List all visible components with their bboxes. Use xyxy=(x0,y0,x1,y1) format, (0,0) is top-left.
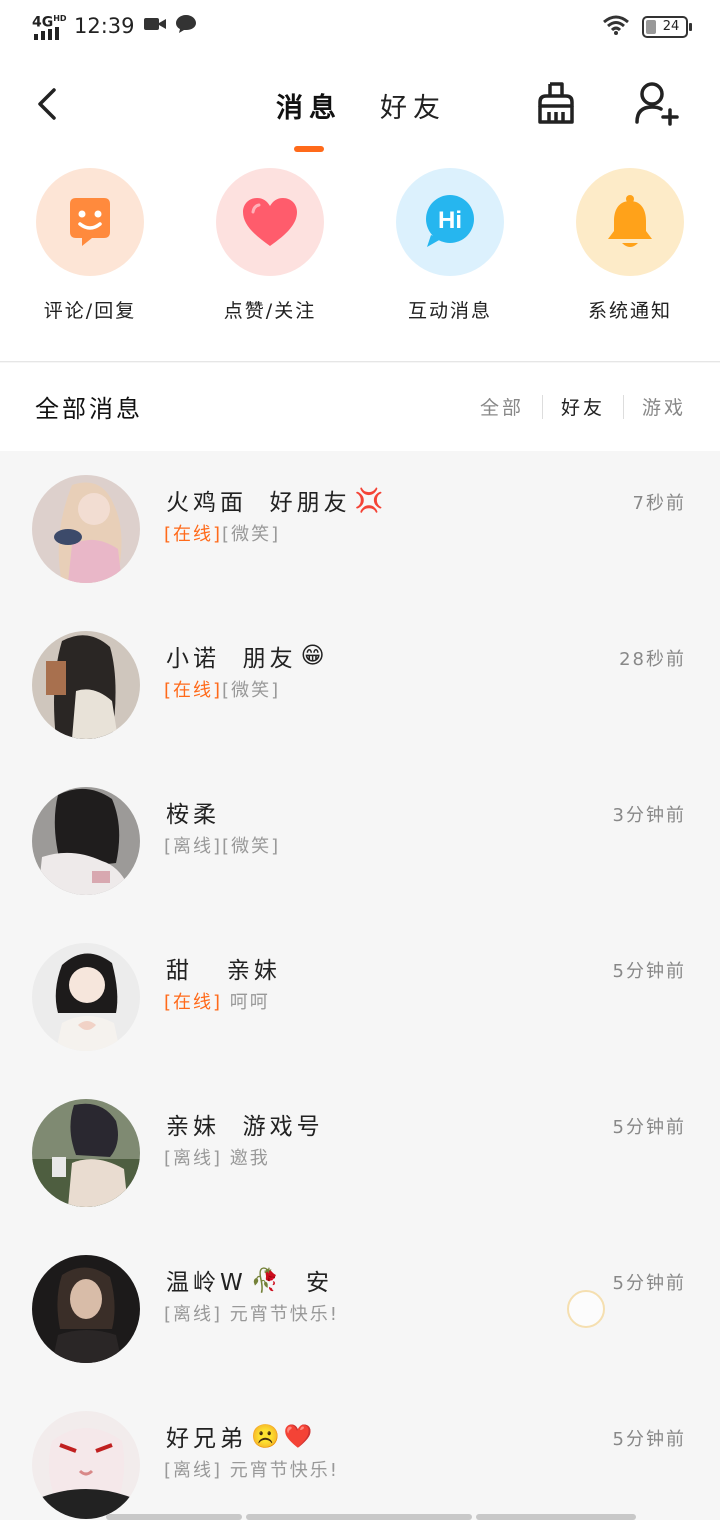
message-time: 3分钟前 xyxy=(612,805,686,826)
quick-actions: 评论/回复 点赞/关注 Hi 互动消息 系统通知 xyxy=(0,156,720,362)
avatar xyxy=(32,1099,140,1207)
tab-messages[interactable]: 消息 xyxy=(276,86,342,125)
offline-status: [离线] xyxy=(164,1148,223,1169)
emoji: 🥀 xyxy=(250,1267,284,1294)
top-tabs: 消息 好友 xyxy=(276,86,446,125)
filter-games[interactable]: 游戏 xyxy=(624,393,686,420)
contact-name: 小诺 朋友 😁 xyxy=(166,643,329,672)
back-arrow-icon xyxy=(38,88,56,120)
interaction-icon-bg: Hi xyxy=(396,168,504,276)
cellular-signal-icon: 4GHD xyxy=(32,12,67,40)
clean-brush-icon xyxy=(538,82,574,124)
like-follow-entry[interactable]: 点赞/关注 xyxy=(200,168,340,323)
message-list: 火鸡面 好朋友 💢 [在线][微笑] 7秒前 小诺 朋友 😁 [在线][微笑] 28… xyxy=(0,451,720,1520)
offline-status: [离线] xyxy=(164,836,223,857)
message-preview: [离线] 元宵节快乐! xyxy=(164,1304,339,1325)
contact-name: 桉柔 xyxy=(166,802,220,828)
message-time: 7秒前 xyxy=(632,493,686,514)
battery-icon: 24 xyxy=(642,16,692,38)
chat-bubble-icon xyxy=(175,13,197,40)
avatar xyxy=(32,475,140,583)
tab-friends[interactable]: 好友 xyxy=(380,86,446,125)
message-preview: [在线][微笑] xyxy=(164,680,281,701)
filter-options: 全部 好友 游戏 xyxy=(462,393,686,420)
avatar xyxy=(32,1411,140,1519)
message-row[interactable]: 亲妹 游戏号 [离线] 邀我 5分钟前 xyxy=(0,1075,720,1231)
clean-messages-button[interactable] xyxy=(532,80,580,128)
svg-text:Hi: Hi xyxy=(438,207,462,234)
avatar xyxy=(32,787,140,895)
message-row[interactable]: 桉柔 [离线][微笑] 3分钟前 xyxy=(0,763,720,919)
nav-bar: 消息 好友 xyxy=(0,56,720,156)
online-status: [在线] xyxy=(164,524,223,545)
filter-all[interactable]: 全部 xyxy=(462,393,542,420)
message-time: 5分钟前 xyxy=(612,1429,686,1450)
like-follow-label: 点赞/关注 xyxy=(223,300,317,322)
wifi-icon xyxy=(602,14,630,40)
add-friend-button[interactable] xyxy=(634,80,680,128)
hi-bubble-icon: Hi xyxy=(426,195,474,247)
contact-name: 甜 亲妹 xyxy=(166,958,281,984)
contact-name: 亲妹 游戏号 xyxy=(166,1114,324,1140)
message-row[interactable]: 好兄弟 ☹️❤️ [离线] 元宵节快乐! 5分钟前 xyxy=(0,1387,720,1520)
message-preview: [离线] 邀我 xyxy=(164,1148,270,1169)
comment-reply-entry[interactable]: 评论/回复 xyxy=(20,168,160,323)
floating-touch-button[interactable] xyxy=(567,1290,605,1328)
message-time: 5分钟前 xyxy=(612,961,686,982)
message-preview: [在线] 呵呵 xyxy=(164,992,270,1013)
emoji: 😁 xyxy=(300,643,329,669)
heart-icon xyxy=(243,198,297,246)
emoji: 💢 xyxy=(354,487,388,514)
avatar xyxy=(32,943,140,1051)
interaction-entry[interactable]: Hi 互动消息 xyxy=(380,168,520,323)
message-row[interactable]: 温岭W 🥀 安 [离线] 元宵节快乐! 5分钟前 xyxy=(0,1231,720,1387)
message-row[interactable]: 火鸡面 好朋友 💢 [在线][微笑] 7秒前 xyxy=(0,451,720,607)
message-time: 28秒前 xyxy=(619,649,686,670)
comment-reply-icon-bg xyxy=(36,168,144,276)
message-preview: [在线][微笑] xyxy=(164,524,281,545)
online-status: [在线] xyxy=(164,992,223,1013)
message-time: 5分钟前 xyxy=(612,1273,686,1294)
all-messages-title: 全部消息 xyxy=(35,395,143,423)
bottom-scroll-indicator xyxy=(106,1514,636,1520)
avatar xyxy=(32,1255,140,1363)
system-notice-label: 系统通知 xyxy=(587,300,672,322)
offline-status: [离线] xyxy=(164,1304,223,1325)
comment-reply-label: 评论/回复 xyxy=(43,300,137,322)
add-friend-icon xyxy=(635,82,679,126)
message-time: 5分钟前 xyxy=(612,1117,686,1138)
video-camera-icon xyxy=(143,14,167,38)
message-row[interactable]: 小诺 朋友 😁 [在线][微笑] 28秒前 xyxy=(0,607,720,763)
contact-name: 火鸡面 好朋友 💢 xyxy=(166,487,388,517)
status-bar: 4GHD 12:39 24 xyxy=(0,0,720,56)
avatar xyxy=(32,631,140,739)
bell-icon xyxy=(608,195,652,247)
clock: 12:39 xyxy=(74,14,135,38)
like-follow-icon-bg xyxy=(216,168,324,276)
message-filter-bar: 全部消息 全部 好友 游戏 xyxy=(0,363,720,451)
back-button[interactable] xyxy=(30,84,70,124)
message-row[interactable]: 甜 亲妹 [在线] 呵呵 5分钟前 xyxy=(0,919,720,1075)
interaction-label: 互动消息 xyxy=(407,300,492,322)
active-tab-indicator xyxy=(294,146,324,152)
comment-face-icon xyxy=(70,198,110,246)
system-notice-entry[interactable]: 系统通知 xyxy=(560,168,700,323)
filter-friends[interactable]: 好友 xyxy=(543,393,623,420)
contact-name: 温岭W 🥀 安 xyxy=(166,1267,334,1297)
system-notice-icon-bg xyxy=(576,168,684,276)
online-status: [在线] xyxy=(164,680,223,701)
emoji: ☹️❤️ xyxy=(251,1423,317,1450)
message-preview: [离线][微笑] xyxy=(164,836,281,857)
offline-status: [离线] xyxy=(164,1460,223,1481)
message-preview: [离线] 元宵节快乐! xyxy=(164,1460,339,1481)
contact-name: 好兄弟 ☹️❤️ xyxy=(166,1423,317,1453)
